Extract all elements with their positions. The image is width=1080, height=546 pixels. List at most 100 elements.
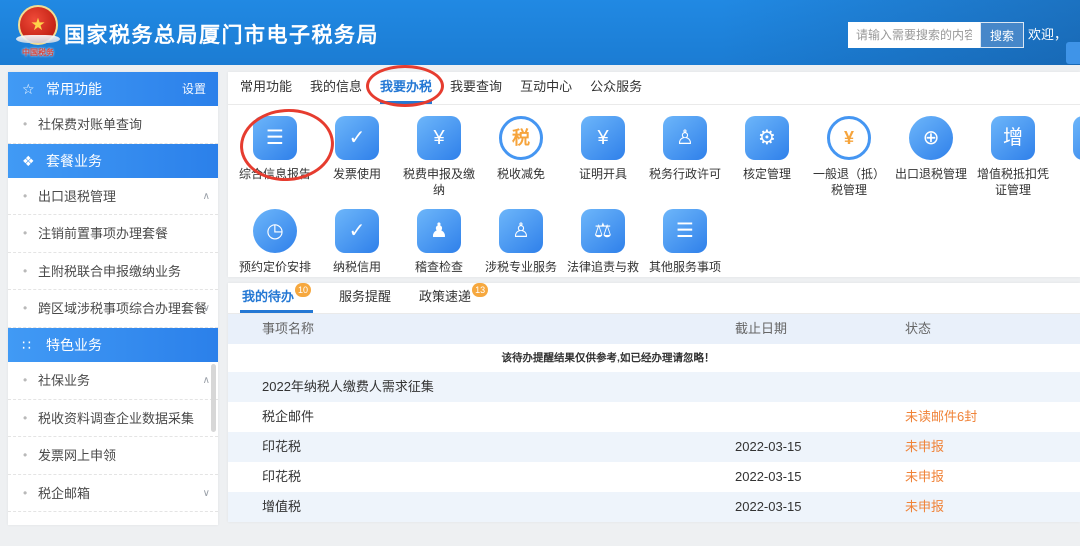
sidebar-item[interactable]: • 跨区域涉税事项综合办理套餐 ∨	[8, 290, 218, 328]
todo-tab-label: 政策速递	[419, 289, 472, 304]
service-item[interactable]: ☰ 税	[1054, 116, 1080, 198]
service-item[interactable]: ✓ 发票使用	[316, 116, 398, 198]
main-tab[interactable]: 互动中心	[520, 72, 572, 104]
sidebar-item[interactable]: • 发票网上申领	[8, 437, 218, 475]
todo-tab-label: 我的待办	[242, 289, 295, 304]
service-item[interactable]: ♟ 稽查检查	[398, 209, 480, 277]
service-icon-glyph: ♟	[430, 220, 448, 243]
service-label: 核定管理	[742, 167, 791, 181]
service-icon: ♟	[417, 209, 461, 254]
cell-name: 印花税	[262, 439, 302, 454]
chevron-icon[interactable]: ∧	[203, 362, 210, 399]
table-row[interactable]: 税企邮件 未读邮件6封	[228, 402, 1080, 432]
service-icon: 税	[499, 116, 543, 160]
sidebar-item-label: 税收资料调查企业数据采集	[38, 410, 195, 426]
service-icon-glyph: ¥	[597, 127, 609, 149]
sidebar-item[interactable]: ∷ • 特色业务	[8, 327, 218, 362]
cell-name: 税企邮件	[262, 409, 315, 424]
chevron-icon[interactable]: ∨	[203, 475, 210, 512]
todo-tab[interactable]: 我的待办 10	[240, 283, 314, 313]
sidebar-item[interactable]: • 社保业务 ∧	[8, 362, 218, 400]
todo-tab[interactable]: 政策速递 13	[417, 283, 490, 313]
main-tab[interactable]: 我要办税	[380, 72, 433, 104]
service-label: 发票使用	[332, 167, 381, 181]
todo-tab-label: 服务提醒	[339, 289, 392, 304]
service-icon-glyph: 税	[512, 128, 530, 148]
service-icon: ◷	[253, 209, 297, 254]
service-icon-glyph: ⚙	[758, 127, 776, 149]
service-item[interactable]: ◷ 预约定价安排谈签申请	[234, 209, 316, 277]
search-button[interactable]: 搜索	[980, 22, 1024, 48]
service-item[interactable]: ⚙ 核定管理	[726, 116, 808, 198]
sidebar-item-label: 跨区域涉税事项综合办理套餐	[38, 301, 208, 317]
service-icon-glyph: ◷	[266, 220, 284, 243]
service-item[interactable]: ♙ 税务行政许可	[644, 116, 726, 198]
sidebar-item[interactable]: ❖ • 套餐业务	[8, 143, 218, 178]
sidebar-item-label: 常用功能	[46, 81, 102, 97]
services-panel: 常用功能 我的信息 我要办税 我要查询 互动中心 公众服务 ☰ 综合信息报告 ✓	[228, 72, 1080, 277]
service-item[interactable]: ⊕ 出口退税管理	[890, 116, 972, 198]
sidebar-item-label: 社保业务	[38, 372, 91, 388]
main-tab[interactable]: 公众服务	[590, 72, 642, 104]
sidebar-scrollbar[interactable]	[211, 364, 216, 432]
chevron-icon[interactable]: ∧	[203, 178, 210, 215]
service-icon: ¥	[827, 116, 871, 160]
service-item[interactable]: 增 增值税抵扣凭证管理	[972, 116, 1054, 198]
service-icon: ♙	[499, 209, 543, 254]
cell-date: 2022-03-15	[735, 499, 802, 514]
todo-tab[interactable]: 服务提醒	[337, 283, 393, 313]
service-label: 出口退税管理	[894, 167, 967, 181]
bullet-icon: •	[23, 448, 28, 463]
service-icon: ✓	[335, 209, 379, 254]
main-tab[interactable]: 我要查询	[450, 72, 502, 104]
service-icon: ☰	[1073, 116, 1080, 160]
search-input[interactable]	[848, 22, 980, 48]
sidebar-item[interactable]: • 出口退税管理 ∧	[8, 178, 218, 216]
sidebar-item[interactable]: • 税企邮箱 ∨	[8, 475, 218, 513]
sidebar-item[interactable]: • 注销前置事项办理套餐	[8, 215, 218, 253]
settings-link[interactable]: 设置	[182, 72, 206, 106]
service-icon-glyph: ☰	[266, 127, 284, 149]
sidebar-item[interactable]: ☆ • 常用功能 设置	[8, 72, 218, 106]
main-tab[interactable]: 我的信息	[310, 72, 362, 104]
service-icon-glyph: ☰	[676, 220, 694, 243]
service-item[interactable]: ¥ 证明开具	[562, 116, 644, 198]
service-item[interactable]: ✓ 纳税信用	[316, 209, 398, 277]
service-icon-glyph: ♙	[512, 220, 530, 243]
sidebar-item-label: 套餐业务	[46, 152, 102, 169]
service-item[interactable]: ¥ 一般退（抵）税管理	[808, 116, 890, 198]
service-label: 增值税抵扣凭证管理	[976, 167, 1049, 198]
service-icon: ☰	[253, 116, 297, 160]
main-tab[interactable]: 常用功能	[240, 72, 292, 104]
table-row[interactable]: 增值税 2022-03-15 未申报	[228, 492, 1080, 522]
service-item[interactable]: 税 税收减免	[480, 116, 562, 198]
service-item[interactable]: ¥ 税费申报及缴纳	[398, 116, 480, 198]
sidebar-item[interactable]: • 社保费对账单查询	[8, 106, 218, 144]
service-icon: ¥	[417, 116, 461, 160]
service-icon-glyph: 增	[1003, 127, 1023, 149]
cell-status: 未申报	[905, 469, 945, 484]
table-row[interactable]: 印花税 2022-03-15 未申报	[228, 462, 1080, 492]
service-item[interactable]: ☰ 综合信息报告	[234, 116, 316, 198]
header-search: 搜索	[848, 22, 1024, 48]
bullet-icon: •	[23, 301, 28, 316]
sidebar-item[interactable]: • 主附税联合申报缴纳业务	[8, 253, 218, 291]
service-label: 其他服务事项	[648, 260, 721, 275]
cell-name: 2022年纳税人缴费人需求征集	[262, 379, 434, 394]
service-icon: ✓	[335, 116, 379, 160]
table-row[interactable]: 印花税 2022-03-15 未申报	[228, 432, 1080, 462]
section-icon: ☆	[22, 81, 35, 97]
table-row[interactable]: 2022年纳税人缴费人需求征集	[228, 372, 1080, 402]
chevron-icon[interactable]: ∨	[203, 290, 210, 327]
sidebar-item-label: 税企邮箱	[38, 485, 91, 501]
service-item[interactable]: ♙ 涉税专业服务机构管理	[480, 209, 562, 277]
section-icon: ∷	[22, 336, 31, 353]
sidebar-item[interactable]: • 税收资料调查企业数据采集	[8, 400, 218, 438]
service-item[interactable]: ☰ 其他服务事项	[644, 209, 726, 277]
todo-panel: 我的待办 10 服务提醒 政策速递 13 事项名称 截止日期 状态 该待办提醒结果仅…	[228, 283, 1080, 522]
count-badge: 13	[472, 283, 489, 297]
service-icon-glyph: ¥	[843, 128, 854, 148]
service-item[interactable]: ⚖ 法律追责与救济事项	[562, 209, 644, 277]
header-action-button[interactable]	[1066, 42, 1080, 64]
service-label: 法律追责与救济事项	[566, 260, 639, 277]
